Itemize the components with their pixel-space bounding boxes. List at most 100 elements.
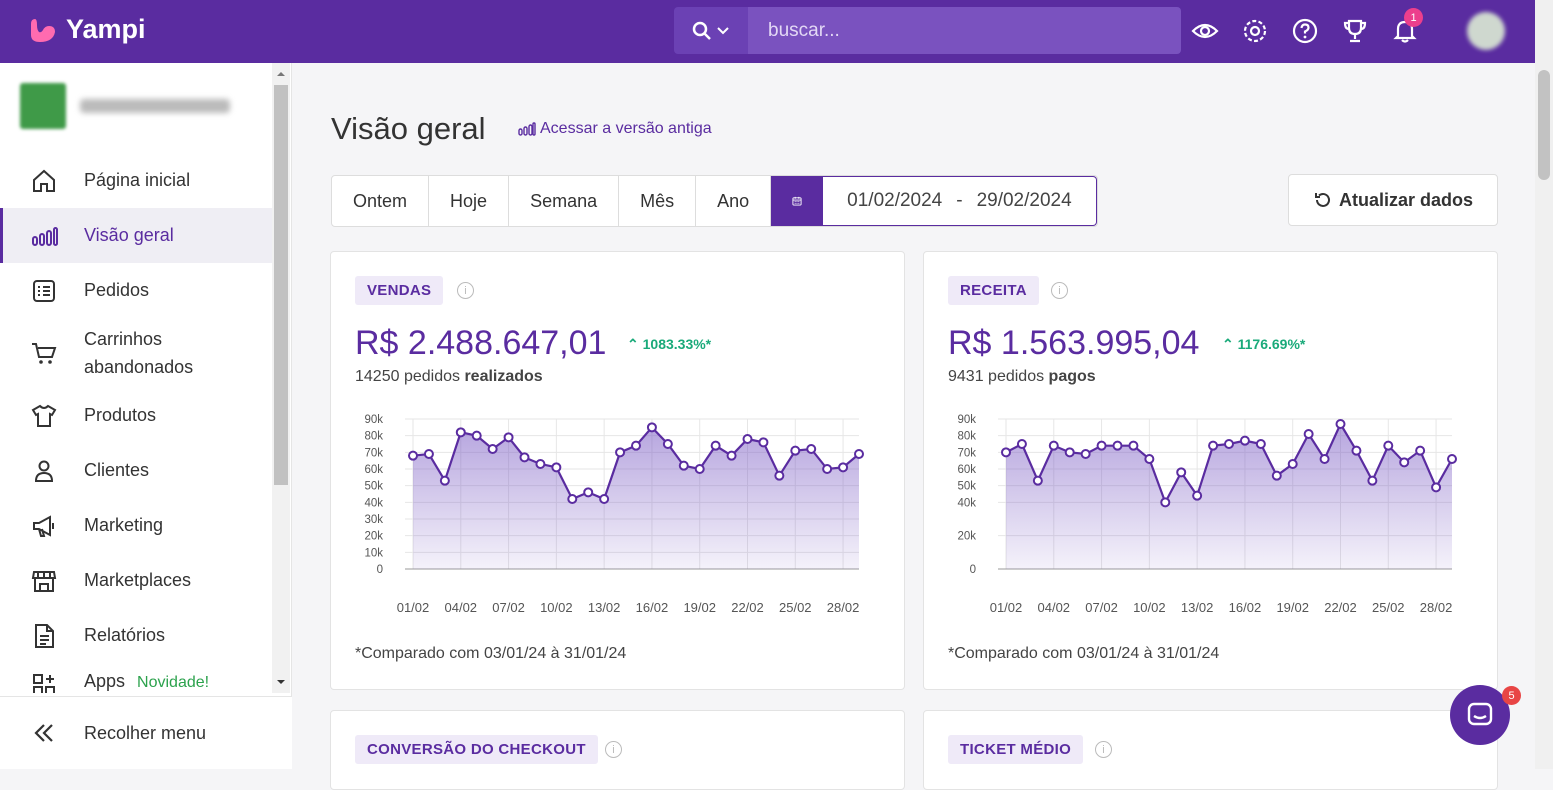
page-scrollbar[interactable] [1535, 0, 1553, 769]
data-point[interactable] [1271, 470, 1282, 481]
data-point[interactable] [1048, 440, 1059, 451]
data-point[interactable] [790, 445, 801, 456]
sidebar-item-marketplaces[interactable]: Marketplaces [0, 553, 272, 608]
data-point[interactable] [1447, 454, 1457, 464]
data-point[interactable] [1001, 447, 1011, 458]
old-version-link[interactable]: Acessar a versão antiga [518, 120, 712, 138]
info-icon[interactable]: i [605, 741, 622, 758]
data-point[interactable] [1335, 419, 1346, 429]
period-yesterday[interactable]: Ontem [332, 176, 430, 226]
data-point[interactable] [1176, 467, 1187, 478]
sidebar-item-overview[interactable]: Visão geral [0, 208, 272, 263]
data-point[interactable] [710, 440, 721, 451]
chat-button[interactable] [1450, 685, 1510, 745]
data-point[interactable] [1287, 459, 1298, 469]
search-input[interactable] [748, 7, 1181, 54]
data-point[interactable] [1144, 454, 1155, 464]
data-point[interactable] [1351, 445, 1362, 456]
data-point[interactable] [1319, 454, 1330, 464]
gear-icon[interactable] [1240, 16, 1270, 46]
sidebar-item-products[interactable]: Produtos [0, 388, 272, 443]
data-point[interactable] [646, 422, 657, 433]
data-point[interactable] [694, 464, 705, 474]
data-point[interactable] [1431, 482, 1442, 493]
data-point[interactable] [774, 470, 785, 481]
data-point[interactable] [1367, 475, 1378, 486]
data-point[interactable] [1032, 475, 1043, 486]
scroll-up-icon[interactable] [272, 67, 290, 81]
bell-icon[interactable]: 1 [1390, 8, 1423, 46]
period-year[interactable]: Ano [696, 176, 772, 226]
data-point[interactable] [519, 452, 530, 463]
info-icon[interactable]: i [457, 282, 474, 299]
sidebar-scrollbar[interactable] [272, 63, 290, 693]
data-point[interactable] [758, 437, 769, 448]
period-week[interactable]: Semana [509, 176, 620, 226]
data-point[interactable] [1255, 439, 1266, 449]
data-point[interactable] [1415, 445, 1426, 456]
sidebar-item-apps[interactable]: Apps Novidade! [0, 663, 272, 693]
data-point[interactable] [726, 450, 737, 461]
data-point[interactable] [408, 450, 418, 461]
data-point[interactable] [1016, 439, 1027, 449]
data-point[interactable] [471, 430, 482, 441]
sidebar-item-customers[interactable]: Clientes [0, 443, 272, 498]
y-tick-label: 20k [364, 531, 383, 543]
collapse-menu-button[interactable]: Recolher menu [0, 696, 292, 769]
data-point[interactable] [1128, 440, 1139, 451]
scroll-down-icon[interactable] [272, 675, 290, 689]
data-point[interactable] [1224, 439, 1234, 449]
data-point[interactable] [535, 459, 546, 469]
data-point[interactable] [599, 494, 610, 504]
help-icon[interactable] [1290, 16, 1320, 46]
calendar-button[interactable] [771, 176, 824, 226]
info-icon[interactable]: i [1051, 282, 1068, 299]
sidebar-item-reports[interactable]: Relatórios [0, 608, 272, 663]
sidebar-item-abandoned-carts[interactable]: Carrinhos abandonados [0, 318, 272, 388]
data-point[interactable] [439, 475, 450, 486]
data-point[interactable] [1192, 490, 1203, 501]
data-point[interactable] [838, 462, 849, 473]
data-point[interactable] [1080, 449, 1091, 459]
sidebar-item-marketing[interactable]: Marketing [0, 498, 272, 553]
data-point[interactable] [1096, 440, 1107, 451]
data-point[interactable] [1399, 457, 1410, 468]
period-month[interactable]: Mês [619, 176, 697, 226]
data-point[interactable] [631, 440, 641, 451]
info-icon[interactable]: i [1095, 741, 1112, 758]
refresh-data-button[interactable]: Atualizar dados [1288, 174, 1498, 226]
sidebar-item-home[interactable]: Página inicial [0, 153, 272, 208]
data-point[interactable] [742, 434, 753, 444]
data-point[interactable] [583, 487, 594, 498]
data-point[interactable] [806, 444, 817, 454]
data-point[interactable] [1239, 435, 1250, 446]
data-point[interactable] [854, 449, 864, 459]
period-today[interactable]: Hoje [429, 176, 510, 226]
sidebar-item-orders[interactable]: Pedidos [0, 263, 272, 318]
avatar[interactable] [1467, 12, 1505, 50]
page-scrollbar-thumb[interactable] [1538, 70, 1550, 180]
data-point[interactable] [1064, 447, 1075, 458]
search-type-button[interactable] [674, 7, 748, 54]
sidebar-scrollbar-thumb[interactable] [274, 85, 288, 485]
data-point[interactable] [1112, 440, 1123, 451]
data-point[interactable] [503, 432, 514, 443]
data-point[interactable] [551, 462, 562, 473]
date-range-input[interactable]: 01/02/2024 - 29/02/2024 [823, 176, 1097, 226]
data-point[interactable] [487, 444, 498, 454]
data-point[interactable] [662, 439, 673, 449]
data-point[interactable] [678, 460, 689, 471]
data-point[interactable] [455, 427, 466, 438]
data-point[interactable] [1208, 440, 1219, 451]
logo[interactable]: Yampi [28, 14, 146, 45]
data-point[interactable] [567, 494, 578, 504]
data-point[interactable] [615, 447, 626, 458]
data-point[interactable] [1383, 440, 1394, 451]
data-point[interactable] [1160, 497, 1171, 508]
data-point[interactable] [822, 464, 833, 474]
store-selector[interactable] [20, 83, 230, 129]
trophy-icon[interactable] [1340, 16, 1370, 46]
data-point[interactable] [1303, 429, 1314, 439]
eye-icon[interactable] [1190, 16, 1220, 46]
data-point[interactable] [423, 449, 434, 459]
